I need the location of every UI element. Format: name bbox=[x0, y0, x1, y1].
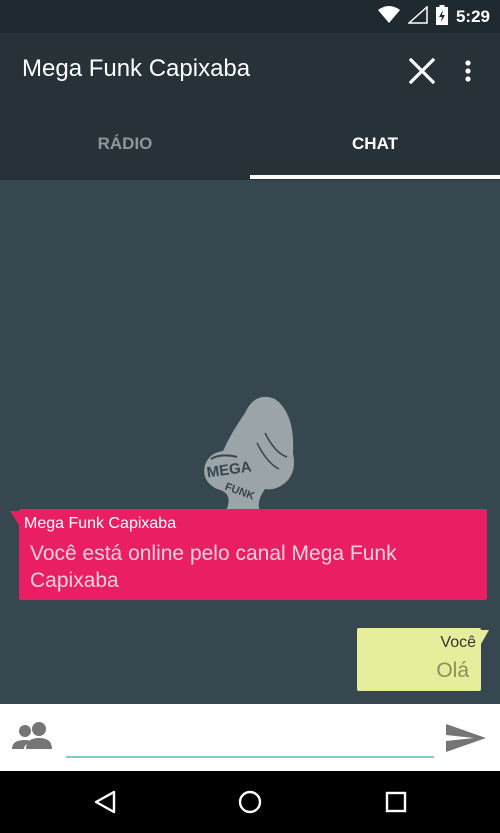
signal-icon bbox=[406, 4, 428, 29]
users-icon bbox=[12, 722, 52, 749]
tab-indicator bbox=[250, 175, 500, 179]
battery-icon bbox=[435, 4, 448, 30]
app-bar: Mega Funk Capixaba bbox=[0, 33, 500, 108]
tab-radio[interactable]: RÁDIO bbox=[0, 108, 250, 180]
mega-funk-logo: MEGA FUNK bbox=[195, 393, 305, 513]
back-icon bbox=[94, 790, 116, 814]
home-button[interactable] bbox=[233, 785, 267, 819]
message-bubble-outgoing: Você Olá bbox=[357, 628, 489, 691]
message-sender: Mega Funk Capixaba bbox=[24, 515, 177, 532]
recents-icon bbox=[385, 791, 407, 813]
send-icon bbox=[446, 724, 486, 752]
more-vert-icon bbox=[465, 60, 471, 82]
chat-area[interactable]: MEGA FUNK Mega Funk Capixaba Você está o… bbox=[0, 180, 500, 704]
message-text: Você está online pelo canal Mega Funk Ca… bbox=[30, 542, 397, 592]
close-icon bbox=[409, 58, 435, 84]
message-sender: Você bbox=[440, 634, 476, 651]
tab-bar: RÁDIO CHAT bbox=[0, 108, 500, 180]
app-title: Mega Funk Capixaba bbox=[22, 55, 251, 82]
message-input[interactable] bbox=[66, 718, 434, 758]
status-icons: 5:29 bbox=[377, 4, 490, 30]
users-button[interactable] bbox=[10, 719, 56, 755]
status-bar: 5:29 bbox=[0, 0, 500, 33]
wifi-icon bbox=[377, 5, 400, 29]
home-icon bbox=[238, 790, 262, 814]
send-button[interactable] bbox=[444, 718, 488, 758]
recents-button[interactable] bbox=[379, 785, 413, 819]
tab-chat[interactable]: CHAT bbox=[250, 108, 500, 180]
back-button[interactable] bbox=[88, 785, 122, 819]
status-time: 5:29 bbox=[455, 7, 490, 26]
message-text: Olá bbox=[436, 659, 469, 682]
message-bubble-incoming: Mega Funk Capixaba Você está online pelo… bbox=[10, 509, 487, 600]
message-input-bar bbox=[0, 704, 500, 771]
navigation-bar bbox=[0, 771, 500, 833]
more-options-button[interactable] bbox=[454, 53, 482, 89]
close-button[interactable] bbox=[404, 53, 440, 89]
